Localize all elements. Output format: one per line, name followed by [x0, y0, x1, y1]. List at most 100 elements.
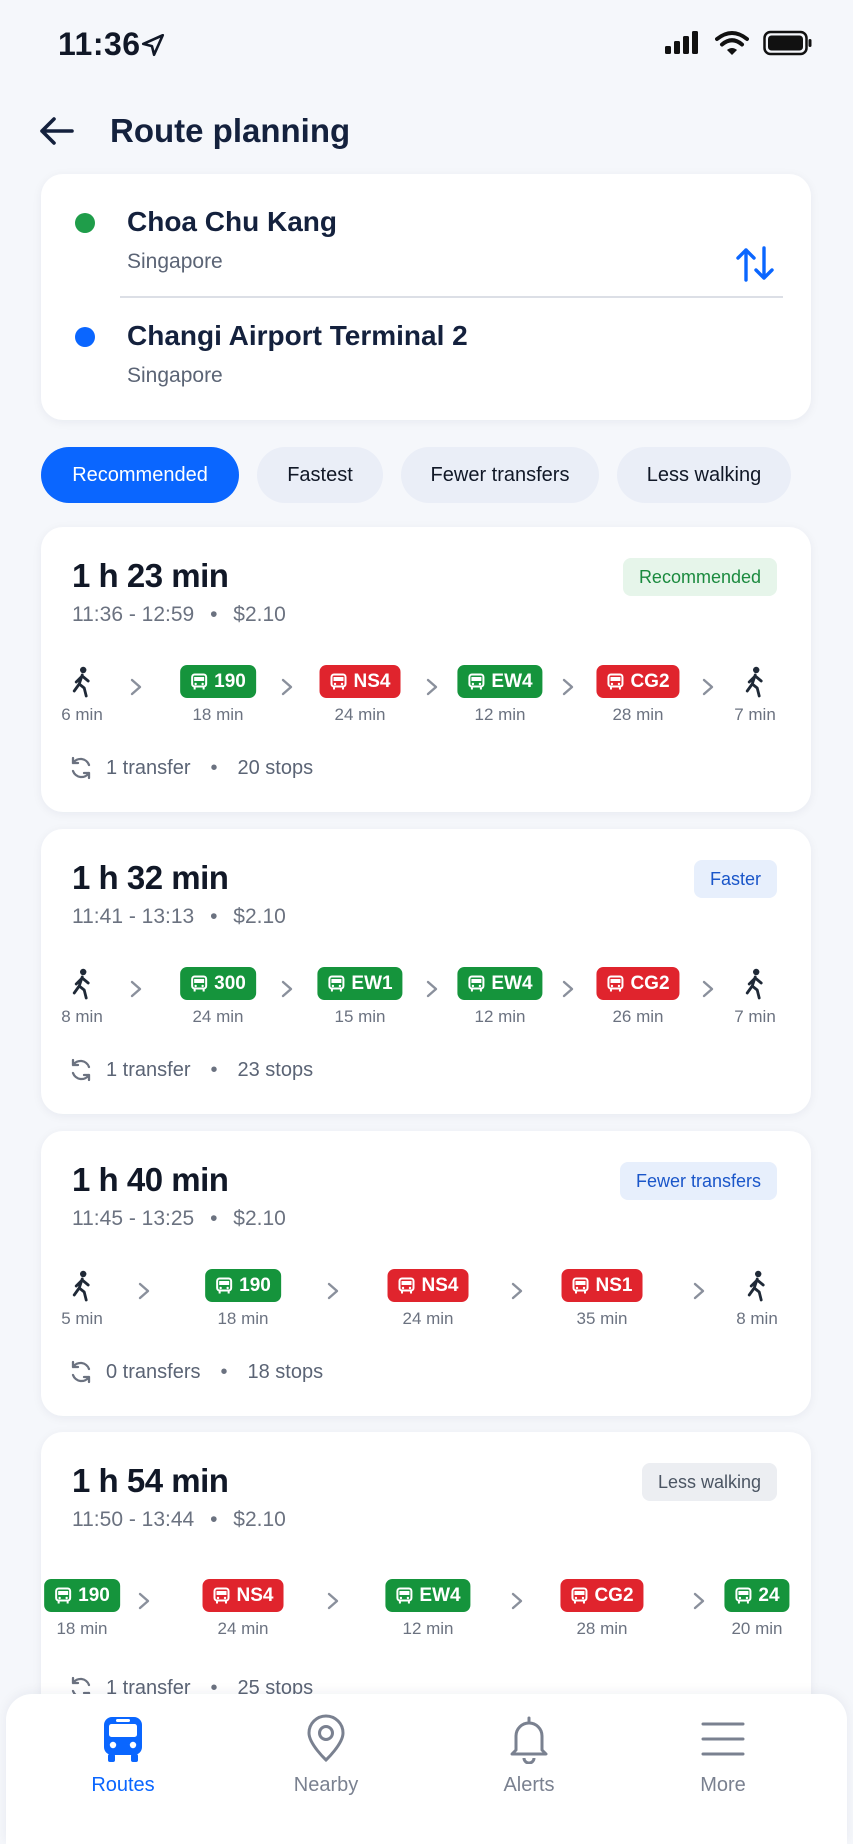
route-segment: NS4 24 min: [202, 1579, 284, 1639]
transfer-icon: [71, 1058, 91, 1082]
line-label: EW4: [491, 972, 533, 994]
battery-icon: [763, 30, 812, 56]
route-card[interactable]: 1 h 40 min 11:45 - 13:25 • $2.10 Fewer t…: [41, 1131, 811, 1416]
bus-line-badge: 24: [724, 1579, 790, 1612]
route-time: 11:45 - 13:25: [72, 1207, 195, 1230]
destination-name[interactable]: Changi Airport Terminal 2: [127, 320, 468, 352]
tab-nearby-label: Nearby: [293, 1774, 359, 1796]
bus-glyph-icon: [398, 1277, 415, 1293]
bus-line-badge: 190: [44, 1579, 120, 1612]
segment-duration: 6 min: [61, 705, 103, 724]
stop-count: 23 stops: [237, 1058, 314, 1081]
line-label: 190: [78, 1584, 110, 1606]
segment-duration: 24 min: [334, 705, 386, 724]
separator-dot: •: [210, 1207, 218, 1230]
status-bar: 11:36: [0, 0, 853, 92]
origin-name[interactable]: Choa Chu Kang: [127, 206, 337, 238]
location-pin-icon: [307, 1714, 345, 1763]
chevron-right-icon: [137, 1281, 151, 1301]
origin-subtitle: Singapore: [127, 250, 223, 273]
bus-glyph-icon: [468, 975, 485, 991]
tab-alerts[interactable]: Alerts: [449, 1714, 609, 1797]
route-time: 11:36 - 12:59: [72, 603, 195, 626]
page-title: Route planning: [110, 112, 351, 149]
line-label: CG2: [594, 1584, 634, 1606]
route-badge: Less walking: [641, 1463, 777, 1501]
destination-subtitle: Singapore: [127, 364, 223, 387]
route-segment: 7 min: [734, 665, 776, 725]
filter-fastest[interactable]: Fastest: [257, 447, 383, 503]
chevron-right-icon: [692, 1591, 706, 1611]
line-label: EW4: [491, 670, 533, 692]
line-label: 190: [214, 670, 246, 692]
route-duration: 1 h 40 min: [72, 1161, 229, 1198]
route-badge: Fewer transfers: [619, 1162, 777, 1200]
segment-duration: 18 min: [217, 1309, 269, 1328]
line-label: NS4: [236, 1584, 274, 1606]
train-line-badge: EW1: [317, 967, 403, 1000]
walking-person-icon: [72, 1270, 90, 1301]
back-button[interactable]: [36, 114, 76, 148]
segment-duration: 7 min: [734, 705, 776, 724]
line-label: NS4: [421, 1274, 459, 1296]
transfer-icon: [71, 1360, 91, 1384]
chevron-right-icon: [692, 1281, 706, 1301]
route-price: $2.10: [233, 603, 286, 626]
bus-glyph-icon: [571, 1587, 588, 1603]
separator-dot: •: [210, 905, 218, 928]
walk-segment: [69, 1269, 95, 1302]
origin-dot: [75, 213, 95, 233]
walking-person-icon: [745, 666, 763, 697]
route-card[interactable]: 1 h 32 min 11:41 - 13:13 • $2.10 Faster …: [41, 829, 811, 1114]
filter-recommended[interactable]: Recommended: [41, 447, 239, 503]
train-line-badge: NS1: [561, 1269, 643, 1302]
separator-dot: •: [210, 756, 218, 779]
bus-glyph-icon: [468, 673, 485, 689]
walking-person-icon: [72, 968, 90, 999]
separator-dot: •: [210, 603, 218, 626]
bottom-tab-bar: Routes Nearby Alerts More: [6, 1694, 847, 1844]
route-footer: 0 transfers • 18 stops: [68, 1359, 323, 1385]
bus-glyph-icon: [572, 1277, 589, 1293]
route-segment: NS4 24 min: [387, 1269, 469, 1329]
tab-nearby[interactable]: Nearby: [246, 1714, 406, 1797]
line-label: CG2: [630, 972, 670, 994]
route-segment: CG2 28 min: [560, 1579, 644, 1639]
walking-person-icon: [745, 968, 763, 999]
train-line-badge: NS4: [319, 665, 401, 698]
signal-icon: [665, 31, 698, 54]
header: Route planning: [0, 100, 853, 164]
route-footer: 1 transfer • 23 stops: [68, 1057, 313, 1083]
segment-duration: 18 min: [56, 1619, 108, 1638]
route-card[interactable]: 1 h 23 min 11:36 - 12:59 • $2.10 Recomme…: [41, 527, 811, 812]
tab-more[interactable]: More: [643, 1714, 803, 1797]
train-line-badge: EW4: [457, 967, 543, 1000]
transfer-icon: [71, 756, 91, 780]
chevron-right-icon: [137, 1591, 151, 1611]
filter-less-walking[interactable]: Less walking: [617, 447, 791, 503]
swap-locations-icon[interactable]: [733, 242, 777, 286]
route-segment: 6 min: [61, 665, 103, 725]
route-segment: EW1 15 min: [317, 967, 403, 1027]
route-badge: Faster: [693, 860, 777, 898]
filter-fewer-transfers[interactable]: Fewer transfers: [401, 447, 599, 503]
segment-duration: 12 min: [402, 1619, 454, 1638]
segment-duration: 5 min: [61, 1309, 103, 1328]
train-line-badge: NS4: [387, 1269, 469, 1302]
route-time-price: 11:45 - 13:25 • $2.10: [72, 1207, 286, 1231]
bus-glyph-icon: [191, 673, 208, 689]
route-segment: EW4 12 min: [457, 967, 543, 1027]
chevron-right-icon: [425, 979, 439, 999]
line-label: 24: [758, 1584, 780, 1606]
separator-dot: •: [220, 1360, 228, 1383]
train-line-badge: EW4: [385, 1579, 471, 1612]
chevron-right-icon: [280, 677, 294, 697]
route-duration: 1 h 23 min: [72, 557, 229, 594]
route-footer: 1 transfer • 20 stops: [68, 755, 313, 781]
segment-duration: 24 min: [402, 1309, 454, 1328]
route-segment: 190 18 min: [44, 1579, 120, 1639]
tab-routes[interactable]: Routes: [43, 1714, 203, 1797]
bus-glyph-icon: [191, 975, 208, 991]
line-label: 300: [214, 972, 246, 994]
tab-routes-label: Routes: [91, 1774, 155, 1796]
